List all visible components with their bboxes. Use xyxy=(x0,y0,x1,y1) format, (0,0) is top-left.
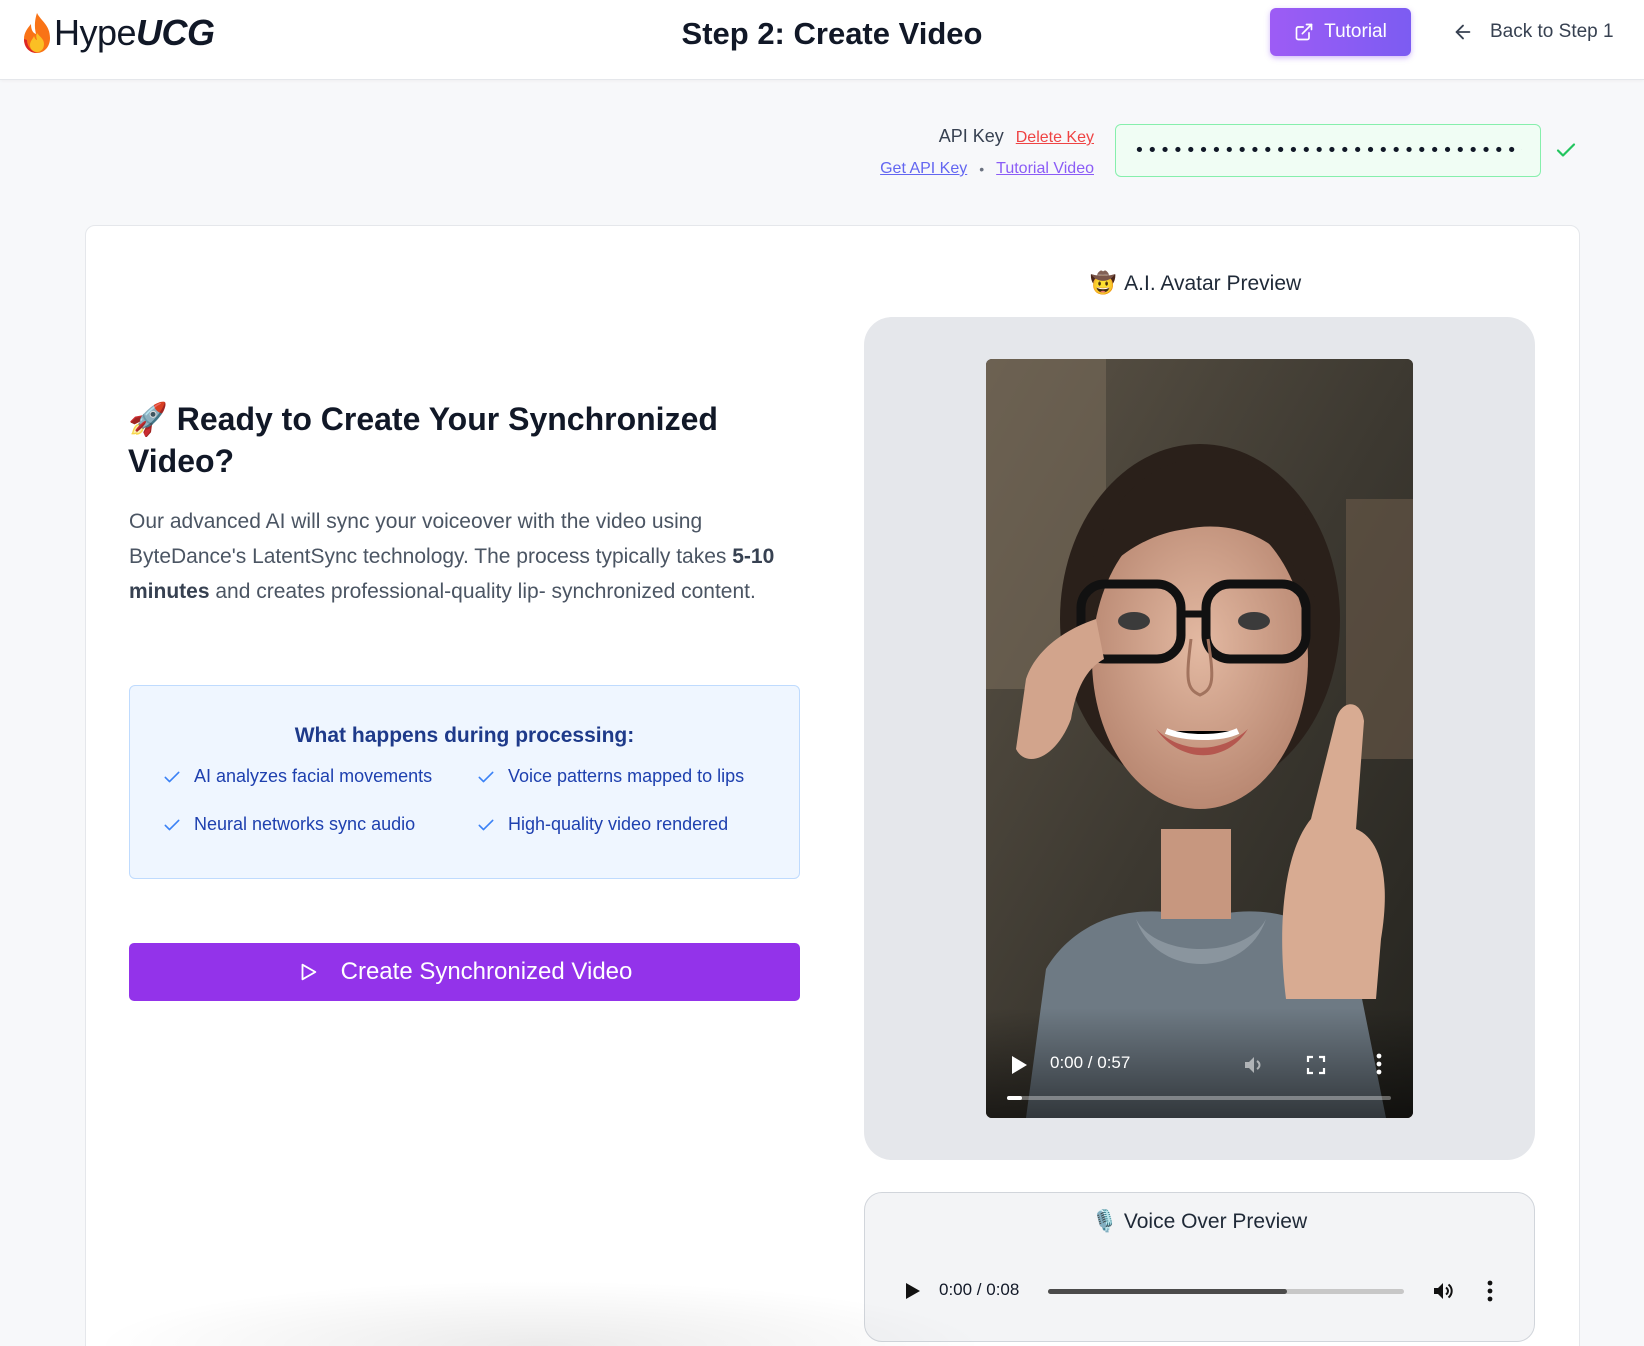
ready-desc-part2: and creates professional-quality lip- sy… xyxy=(209,580,756,603)
processing-item-label: AI analyzes facial movements xyxy=(194,766,433,786)
microphone-icon: 🎙️ xyxy=(1091,1210,1119,1233)
check-icon xyxy=(164,819,180,830)
check-icon xyxy=(478,771,494,782)
volume-icon[interactable] xyxy=(1242,1053,1266,1077)
voice-over-audio-player[interactable]: 0:00 / 0:08 xyxy=(885,1267,1515,1317)
check-icon xyxy=(478,819,494,830)
tutorial-button[interactable]: Tutorial xyxy=(1270,8,1411,56)
arrow-left-icon xyxy=(1455,24,1471,40)
audio-time: 0:00 / 0:08 xyxy=(939,1280,1020,1299)
top-header: HypeUCG Step 2: Create Video Tutorial Ba… xyxy=(0,0,1644,80)
ready-desc-part1: Our advanced AI will sync your voiceover… xyxy=(129,510,733,568)
get-api-key-link[interactable]: Get API Key xyxy=(880,160,967,178)
processing-title: What happens during processing: xyxy=(294,724,635,747)
check-icon xyxy=(1556,143,1576,157)
avatar-video-player[interactable]: 0:00 / 0:57 xyxy=(986,359,1413,1118)
rocket-icon: 🚀 xyxy=(128,401,168,437)
ready-title: 🚀 Ready to Create Your Synchronized Vide… xyxy=(128,398,768,482)
video-controls: 0:00 / 0:57 xyxy=(986,1008,1413,1118)
create-synchronized-video-button[interactable]: Create Synchronized Video xyxy=(129,943,800,1001)
more-vertical-icon[interactable] xyxy=(1487,1279,1493,1303)
processing-item-label: Neural networks sync audio xyxy=(194,814,416,834)
video-progress-fill xyxy=(1007,1096,1023,1100)
video-time: 0:00 / 0:57 xyxy=(1050,1053,1131,1072)
external-link-icon xyxy=(1295,23,1313,41)
processing-item-label: Voice patterns mapped to lips xyxy=(508,766,745,786)
api-key-label: API Key xyxy=(938,126,1004,146)
processing-item: Neural networks sync audio xyxy=(162,814,415,835)
processing-item: High-quality video rendered xyxy=(476,814,728,835)
volume-icon[interactable] xyxy=(1431,1279,1455,1303)
delete-key-link[interactable]: Delete Key xyxy=(1016,129,1094,147)
create-button-label: Create Synchronized Video xyxy=(340,958,633,985)
voice-over-panel: 🎙️ Voice Over Preview 0:00 / 0:08 xyxy=(864,1192,1535,1342)
audio-progress-bar[interactable] xyxy=(1048,1289,1404,1294)
voice-over-label: Voice Over Preview xyxy=(1123,1210,1308,1233)
processing-info-box: What happens during processing: AI analy… xyxy=(129,685,800,879)
audio-progress-fill xyxy=(1048,1289,1287,1294)
api-key-label-row: API Key Delete Key xyxy=(939,126,1094,147)
play-icon[interactable] xyxy=(1010,1055,1028,1075)
processing-item: AI analyzes facial movements xyxy=(162,766,432,787)
avatar-preview-label: A.I. Avatar Preview xyxy=(1124,272,1302,295)
api-key-input[interactable] xyxy=(1115,124,1541,177)
tutorial-button-label: Tutorial xyxy=(1324,21,1387,42)
avatar-video-frame xyxy=(986,359,1413,1118)
tutorial-video-link[interactable]: Tutorial Video xyxy=(996,160,1094,178)
video-progress-bar[interactable] xyxy=(1007,1096,1391,1100)
check-icon xyxy=(164,771,180,782)
back-link-label: Back to Step 1 xyxy=(1490,21,1614,42)
play-outline-icon xyxy=(301,963,316,981)
back-to-step-1-link[interactable]: Back to Step 1 xyxy=(1452,18,1614,46)
processing-item-label: High-quality video rendered xyxy=(508,814,729,834)
api-key-links: Get API Key • Tutorial Video xyxy=(880,160,1094,178)
ready-description: Our advanced AI will sync your voiceover… xyxy=(129,504,789,609)
voice-over-title: 🎙️ Voice Over Preview xyxy=(865,1210,1534,1234)
link-separator: • xyxy=(979,161,985,177)
processing-item: Voice patterns mapped to lips xyxy=(476,766,744,787)
more-vertical-icon[interactable] xyxy=(1376,1052,1382,1076)
ready-title-text: Ready to Create Your Synchronized Video? xyxy=(128,401,718,479)
cowboy-icon: 🤠 xyxy=(1090,272,1117,295)
fullscreen-icon[interactable] xyxy=(1306,1055,1326,1075)
play-icon[interactable] xyxy=(905,1282,921,1300)
avatar-preview-title: 🤠 A.I. Avatar Preview xyxy=(1090,272,1301,296)
